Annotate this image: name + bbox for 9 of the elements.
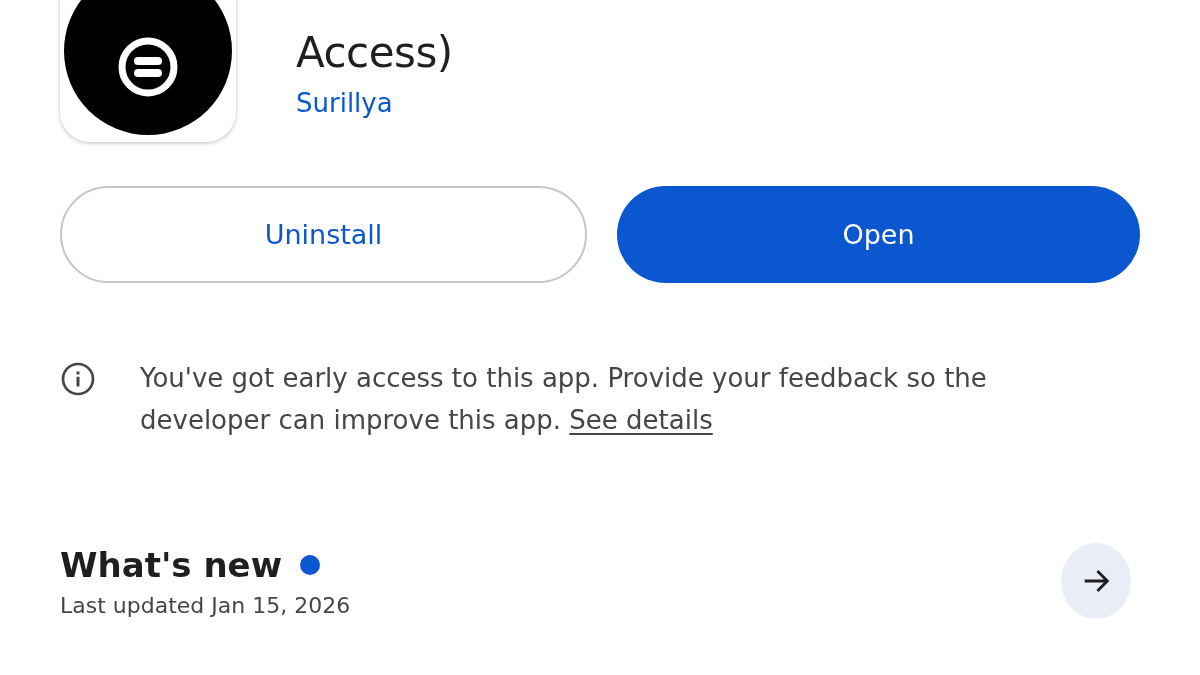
whats-new-heading: What's new xyxy=(60,544,283,585)
info-icon xyxy=(60,361,96,397)
last-updated-text: Last updated Jan 15, 2026 xyxy=(60,592,351,618)
early-access-notice: You've got early access to this app. Provide your feedback so the developer can improve this app. See details xyxy=(140,362,988,437)
app-title: Access) xyxy=(296,27,454,79)
open-button[interactable]: Open xyxy=(617,186,1140,283)
developer-link[interactable]: Surillya xyxy=(296,88,393,118)
uninstall-button[interactable]: Uninstall xyxy=(60,186,587,283)
see-details-link[interactable]: See details xyxy=(569,405,713,435)
